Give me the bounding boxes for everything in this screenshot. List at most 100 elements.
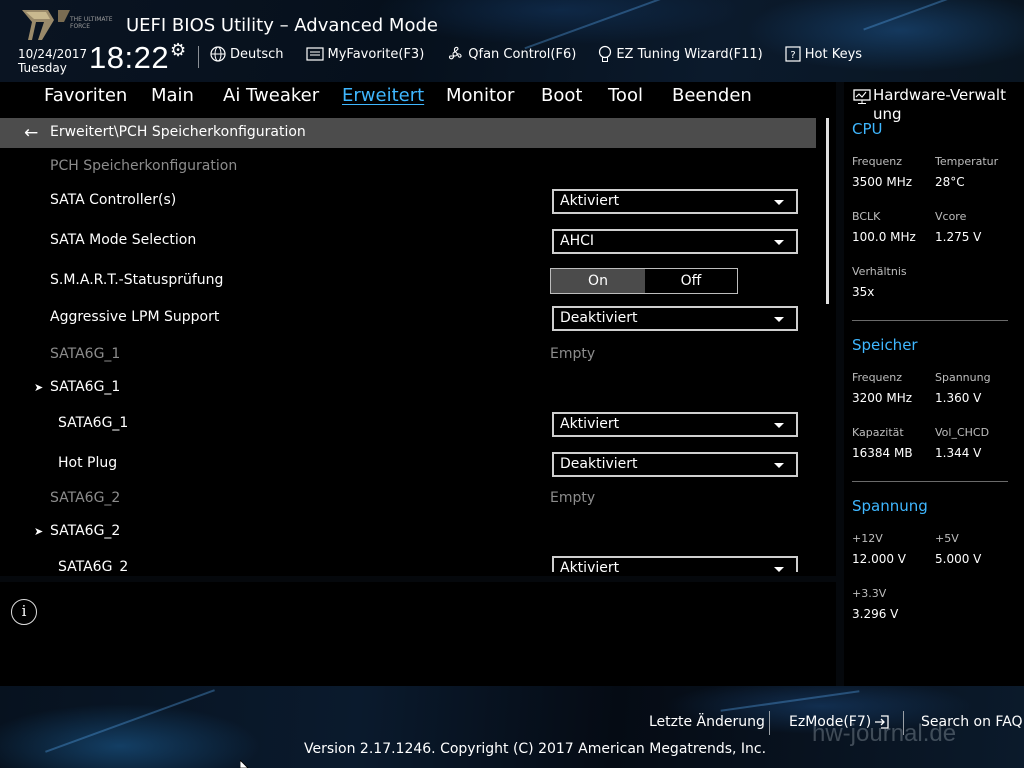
logo-text: THE ULTIMATE FORCE (70, 16, 113, 30)
bclk-value: 100.0 MHz (852, 230, 916, 244)
tab-ai-tweaker[interactable]: Ai Tweaker (223, 85, 319, 106)
setting-row-sata6g-2-enable: SATA6G_2 Aktiviert (0, 554, 820, 572)
gear-icon[interactable]: ⚙ (170, 40, 186, 61)
v33-value: 3.296 V (852, 607, 899, 621)
myfavorite-icon (305, 47, 324, 61)
vcore-value: 1.275 V (935, 230, 982, 244)
sata-mode-select[interactable]: AHCI (552, 229, 798, 254)
cpu-temp-value: 28°C (935, 175, 965, 189)
select-value: Aktiviert (560, 193, 620, 209)
group-label: SATA6G_2 (50, 523, 121, 539)
select-value: Deaktiviert (560, 310, 638, 326)
dropdown-caret-icon (774, 463, 784, 468)
memory-heading: Speicher (852, 336, 918, 354)
toggle-on[interactable]: On (551, 269, 645, 293)
group-label: SATA6G_1 (50, 379, 121, 395)
setting-label: Aggressive LPM Support (50, 309, 220, 325)
last-change-button[interactable]: Letzte Änderung (649, 714, 765, 730)
info-row-sata6g-2: SATA6G_2 Empty (0, 485, 820, 515)
hotkeys-button[interactable]: ? Hot Keys (785, 46, 862, 62)
port-label: SATA6G_2 (50, 490, 121, 506)
voltage-heading: Spannung (852, 497, 928, 515)
v33-label: +3.3V (852, 587, 887, 600)
v12-label: +12V (852, 532, 883, 545)
setting-row-sata-controller: SATA Controller(s) Aktiviert (0, 187, 820, 217)
mem-volt-value: 1.360 V (935, 391, 982, 405)
info-row-sata6g-1: SATA6G_1 Empty (0, 341, 820, 371)
globe-icon (210, 46, 226, 62)
divider (852, 481, 1008, 482)
myfavorite-label: MyFavorite(F3) (327, 46, 425, 62)
copyright-text: Version 2.17.1246. Copyright (C) 2017 Am… (304, 741, 767, 757)
tab-favoriten[interactable]: Favoriten (44, 85, 127, 106)
header-toolbar: Deutsch MyFavorite(F3) Qfan Control(F6) … (210, 45, 884, 63)
v12-value: 12.000 V (852, 552, 907, 566)
tab-monitor[interactable]: Monitor (446, 85, 514, 106)
port-status: Empty (550, 490, 596, 506)
select-value: AHCI (560, 233, 595, 249)
group-row-sata6g-1[interactable]: ➤ SATA6G_1 (0, 374, 820, 404)
cpu-freq-value: 3500 MHz (852, 175, 913, 189)
myfavorite-button[interactable]: MyFavorite(F3) (305, 46, 425, 62)
watermark: hw-journal.de (812, 720, 957, 747)
svg-text:?: ? (790, 50, 795, 61)
ratio-label: Verhältnis (852, 265, 907, 278)
tab-main[interactable]: Main (151, 85, 194, 106)
help-panel: i (0, 582, 836, 686)
section-heading-row: PCH Speicherkonfiguration (0, 153, 820, 183)
ez-tuning-button[interactable]: EZ Tuning Wizard(F11) (598, 45, 763, 63)
select-value: Aktiviert (560, 416, 620, 432)
ez-tuning-label: EZ Tuning Wizard(F11) (616, 46, 763, 62)
monitor-icon (853, 89, 871, 104)
section-heading: PCH Speicherkonfiguration (50, 158, 238, 174)
hw-title-text: Hardware-Verwaltung (873, 86, 1006, 123)
tab-tool[interactable]: Tool (608, 85, 643, 106)
scrollbar[interactable] (826, 118, 829, 304)
fan-icon (449, 46, 462, 60)
tab-boot[interactable]: Boot (541, 85, 582, 106)
footer-divider (769, 711, 770, 735)
dropdown-caret-icon (774, 567, 784, 572)
setting-row-smart: S.M.A.R.T.-Statusprüfung On Off (0, 267, 820, 297)
lpm-select[interactable]: Deaktiviert (552, 306, 798, 331)
settings-panel: ← Erweitert\PCH Speicherkonfiguration PC… (0, 112, 836, 576)
sata6g-2-select[interactable]: Aktiviert (552, 556, 798, 572)
cpu-heading: CPU (852, 120, 883, 138)
cpu-temp-label: Temperatur (935, 155, 999, 168)
sata6g-1-select[interactable]: Aktiviert (552, 412, 798, 437)
setting-row-lpm: Aggressive LPM Support Deaktiviert (0, 304, 820, 334)
port-status: Empty (550, 346, 596, 362)
tab-erweitert[interactable]: Erweitert (342, 85, 424, 106)
setting-row-hot-plug: Hot Plug Deaktiviert (0, 450, 820, 480)
weekday-text: Tuesday (18, 61, 67, 75)
port-label: SATA6G_1 (50, 346, 121, 362)
dropdown-caret-icon (774, 317, 784, 322)
setting-label: S.M.A.R.T.-Statusprüfung (50, 272, 224, 288)
group-row-sata6g-2[interactable]: ➤ SATA6G_2 (0, 518, 820, 548)
mouse-cursor-icon (240, 760, 249, 768)
hotkeys-icon: ? (785, 46, 801, 62)
hot-plug-select[interactable]: Deaktiviert (552, 452, 798, 477)
smart-toggle[interactable]: On Off (550, 268, 738, 294)
divider (852, 320, 1008, 321)
date-text: 10/24/2017 (18, 47, 88, 61)
sata-controller-select[interactable]: Aktiviert (552, 189, 798, 214)
setting-row-sata-mode: SATA Mode Selection AHCI (0, 227, 820, 257)
vcore-label: Vcore (935, 210, 967, 223)
tab-beenden[interactable]: Beenden (672, 85, 752, 106)
header-divider (198, 46, 199, 68)
v5-label: +5V (935, 532, 959, 545)
setting-label: SATA6G_2 (58, 559, 129, 572)
hw-monitor-title: Hardware-Verwaltung (851, 86, 1019, 124)
toggle-off[interactable]: Off (645, 269, 737, 293)
back-arrow-icon[interactable]: ← (24, 123, 38, 143)
dropdown-caret-icon (774, 240, 784, 245)
info-icon: i (11, 599, 37, 625)
date-display: 10/24/2017 Tuesday (18, 47, 87, 75)
hardware-monitor-panel: Hardware-Verwaltung CPU Frequenz 3500 MH… (844, 82, 1024, 686)
breadcrumb: ← Erweitert\PCH Speicherkonfiguration (0, 118, 816, 148)
language-button[interactable]: Deutsch (210, 46, 284, 62)
qfan-button[interactable]: Qfan Control(F6) (446, 45, 576, 63)
v5-value: 5.000 V (935, 552, 982, 566)
expand-arrow-icon: ➤ (34, 525, 44, 538)
